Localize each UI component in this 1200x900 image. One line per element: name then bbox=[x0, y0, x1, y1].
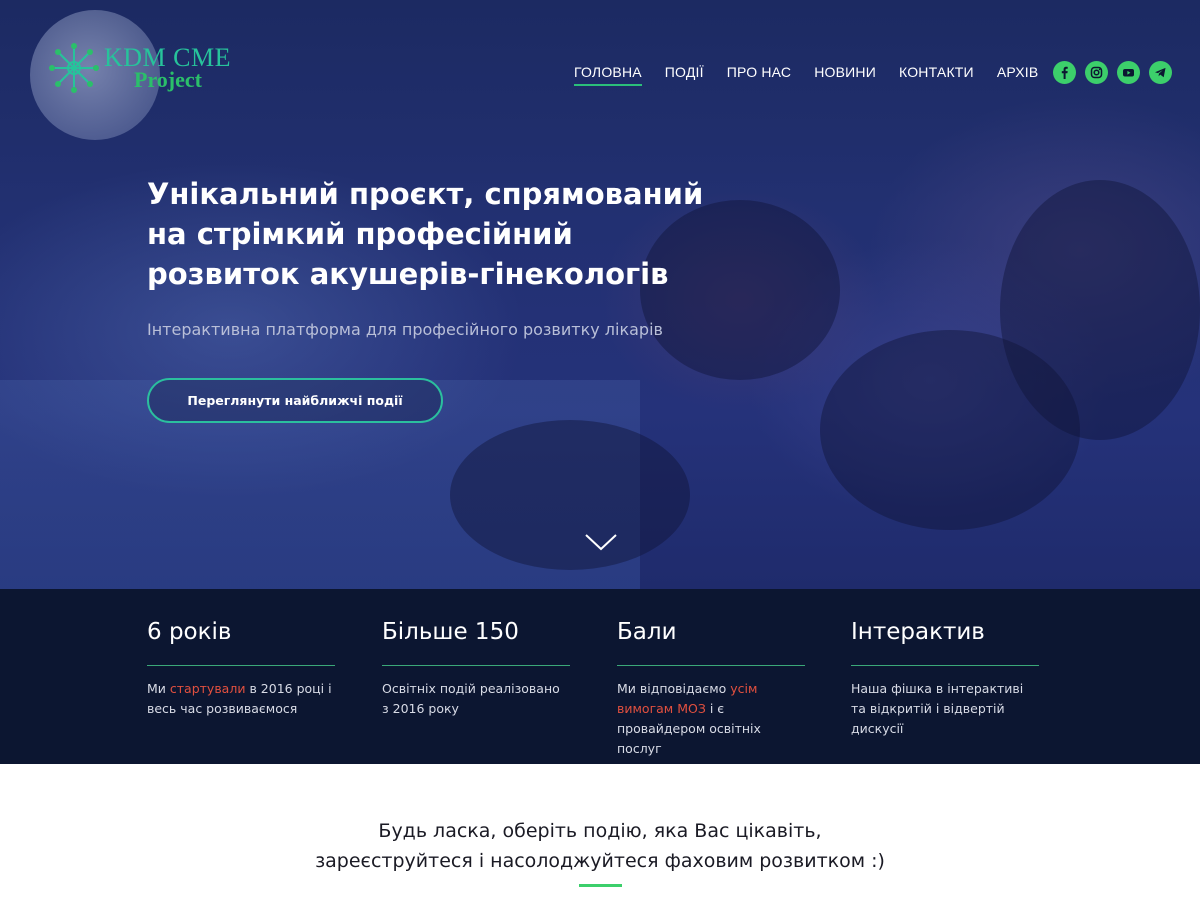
hero-section: KDM CME Project ГОЛОВНА ПОДІЇ ПРО НАС НО… bbox=[0, 0, 1200, 589]
stat-divider bbox=[617, 665, 805, 666]
nav-item-news[interactable]: НОВИНИ bbox=[814, 64, 876, 86]
nav-item-home[interactable]: ГОЛОВНА bbox=[574, 64, 642, 86]
stat-title: Більше 150 bbox=[382, 619, 519, 645]
intro-line: зареєструйтеся і насолоджуйтеся фаховим … bbox=[315, 850, 885, 872]
chevron-down-icon[interactable] bbox=[584, 532, 618, 552]
nav-item-about[interactable]: ПРО НАС bbox=[727, 64, 792, 86]
nav-item-contacts[interactable]: КОНТАКТИ bbox=[899, 64, 974, 86]
stat-highlight-link[interactable]: стартували bbox=[170, 681, 246, 696]
nav-item-archive[interactable]: АРХІВ bbox=[997, 64, 1039, 86]
stat-card-interactive: Інтерактив Наша фішка в інтерактиві та в… bbox=[851, 619, 1039, 739]
telegram-icon[interactable] bbox=[1149, 61, 1172, 84]
hero-title-line: Унікальний проєкт, спрямований bbox=[147, 177, 704, 211]
hero-background-crowd bbox=[450, 420, 690, 570]
youtube-icon[interactable] bbox=[1117, 61, 1140, 84]
nav-item-events[interactable]: ПОДІЇ bbox=[665, 64, 704, 86]
hero-title-line: розвиток акушерів-гінекологів bbox=[147, 257, 669, 291]
view-upcoming-events-button[interactable]: Переглянути найближчі події bbox=[147, 378, 443, 423]
stat-divider bbox=[382, 665, 570, 666]
main-nav: ГОЛОВНА ПОДІЇ ПРО НАС НОВИНИ КОНТАКТИ АР… bbox=[574, 64, 1061, 86]
stat-divider bbox=[147, 665, 335, 666]
stat-title: Бали bbox=[617, 619, 677, 645]
stat-card-points: Бали Ми відповідаємо усім вимогам МОЗ і … bbox=[617, 619, 805, 759]
stat-title: Інтерактив bbox=[851, 619, 985, 645]
instagram-icon[interactable] bbox=[1085, 61, 1108, 84]
stat-text: Ми стартували в 2016 році і весь час роз… bbox=[147, 681, 332, 716]
stat-card-events: Більше 150 Освітніх подій реалізовано з … bbox=[382, 619, 570, 719]
intro-section: Будь ласка, оберіть подію, яка Вас цікав… bbox=[0, 764, 1200, 900]
section-divider bbox=[579, 884, 622, 887]
logo-snowflake-icon bbox=[49, 43, 99, 93]
site-logo[interactable]: KDM CME Project bbox=[48, 40, 231, 96]
stats-section: 6 років Ми стартували в 2016 році і весь… bbox=[0, 589, 1200, 764]
hero-title: Унікальний проєкт, спрямований на стрімк… bbox=[147, 174, 747, 294]
stat-title: 6 років bbox=[147, 619, 232, 645]
stat-card-years: 6 років Ми стартували в 2016 році і весь… bbox=[147, 619, 335, 719]
stat-text: Ми відповідаємо усім вимогам МОЗ і є про… bbox=[617, 681, 761, 756]
logo-subtitle: Project bbox=[134, 67, 202, 92]
intro-line: Будь ласка, оберіть подію, яка Вас цікав… bbox=[378, 820, 822, 842]
intro-text: Будь ласка, оберіть подію, яка Вас цікав… bbox=[0, 816, 1200, 876]
social-links bbox=[1053, 61, 1172, 84]
stat-divider bbox=[851, 665, 1039, 666]
facebook-icon[interactable] bbox=[1053, 61, 1076, 84]
hero-background-crowd bbox=[1000, 180, 1200, 440]
hero-title-line: на стрімкий професійний bbox=[147, 217, 573, 251]
stat-text: Наша фішка в інтерактиві та відкритій і … bbox=[851, 681, 1024, 736]
hero-subtitle: Інтерактивна платформа для професійного … bbox=[147, 320, 663, 339]
stat-text: Освітніх подій реалізовано з 2016 року bbox=[382, 681, 560, 716]
